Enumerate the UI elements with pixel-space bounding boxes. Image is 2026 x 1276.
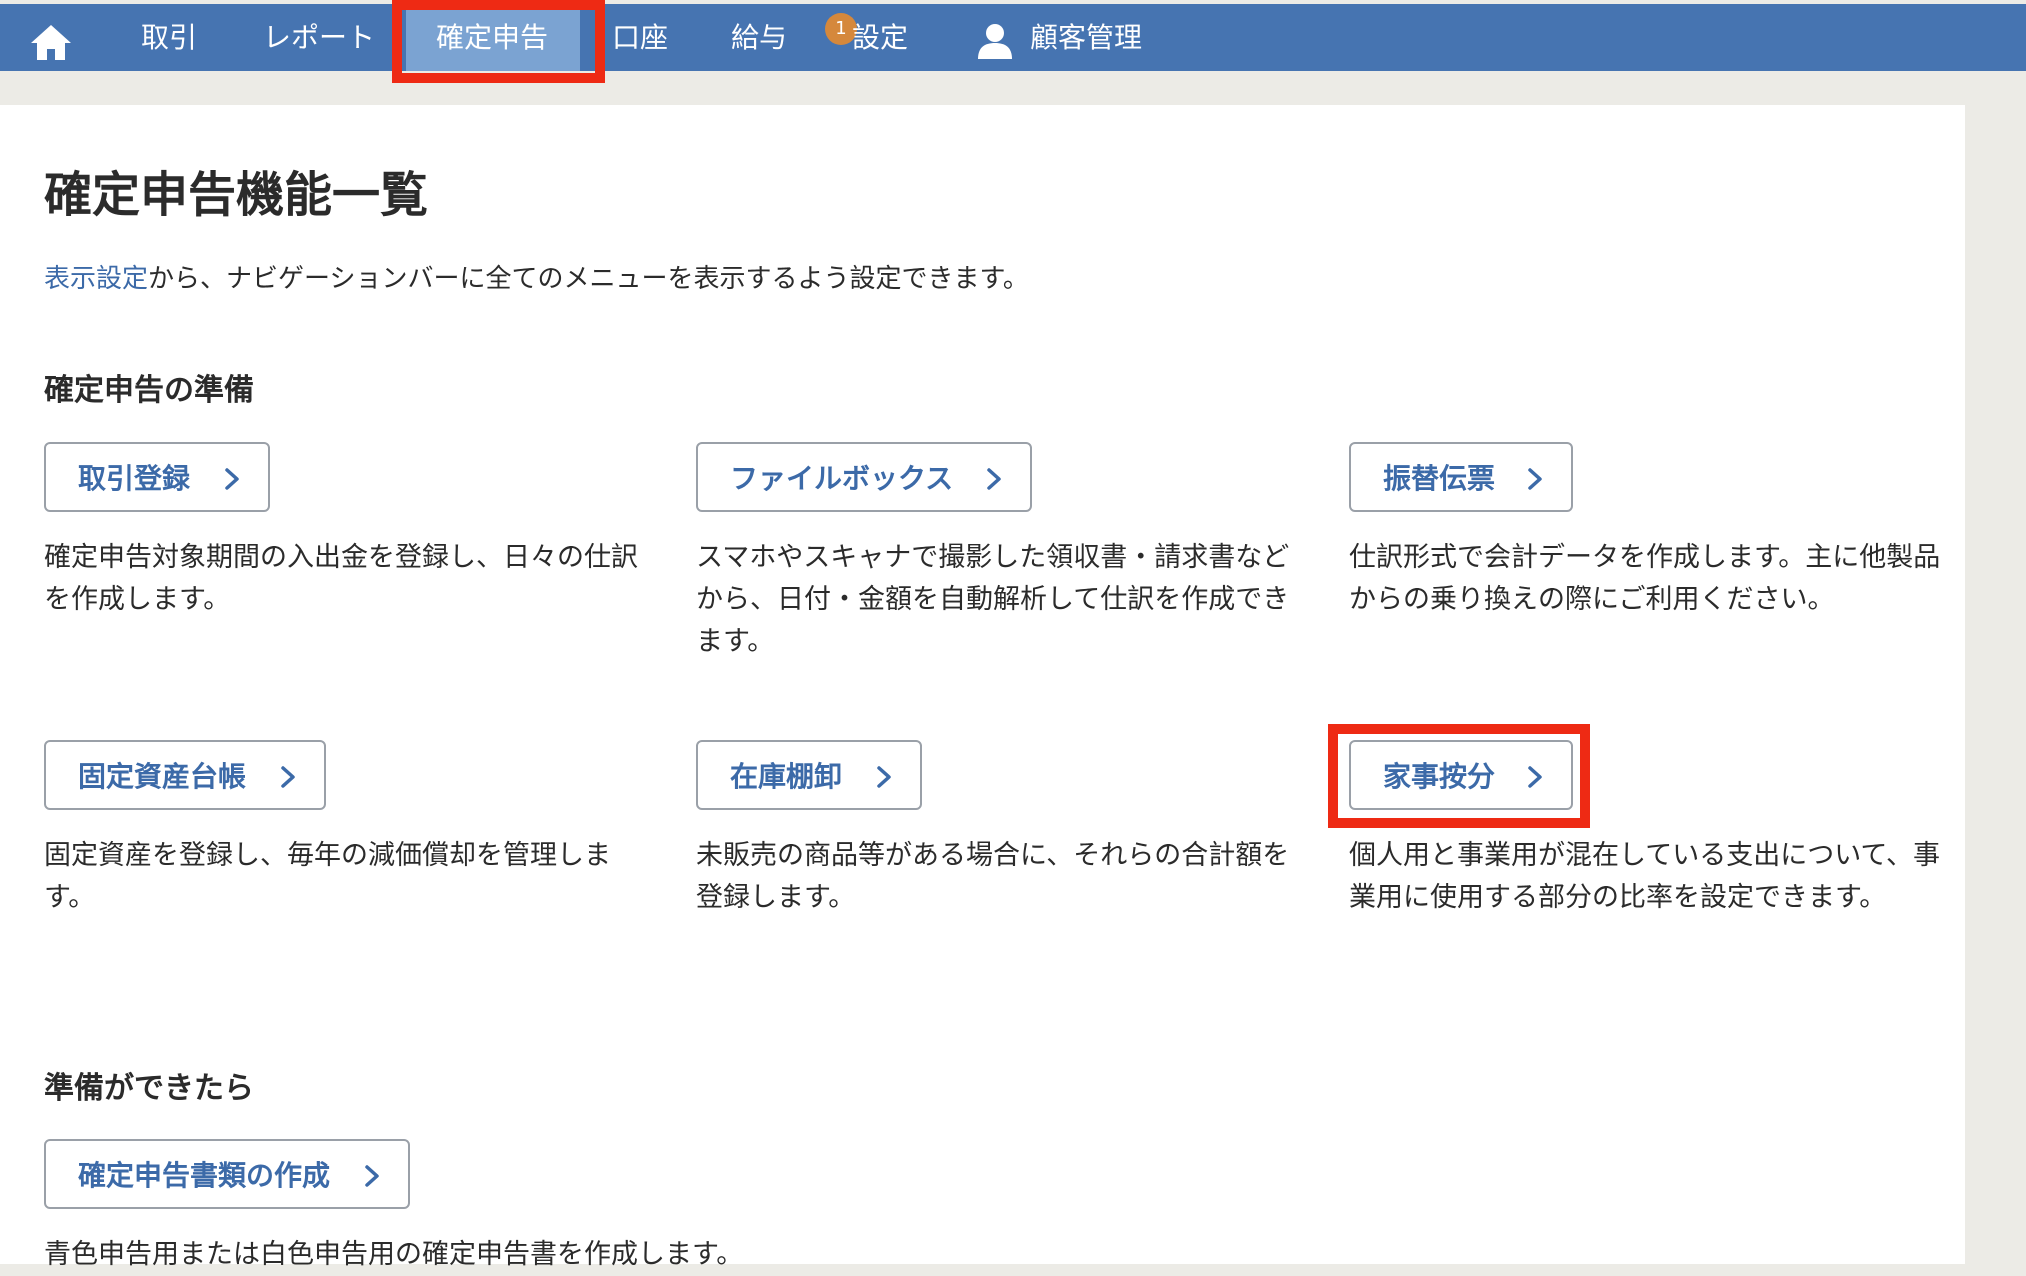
home-icon[interactable] (30, 23, 72, 61)
inventory-button[interactable]: 在庫棚卸 (696, 740, 922, 810)
hint-text: から、ナビゲーションバーに全てのメニューを表示するよう設定できます。 (148, 264, 1029, 294)
fixed-asset-ledger-label: 固定資産台帳 (78, 760, 247, 793)
nav-item-tax-return[interactable]: 確定申告 (436, 4, 548, 71)
nav-item-settings[interactable]: 設定 (852, 4, 908, 71)
nav-item-payroll[interactable]: 給与 (731, 4, 787, 71)
nav-item-accounts[interactable]: 口座 (612, 4, 668, 71)
display-settings-hint: 表示設定から、ナビゲーションバーに全てのメニューを表示するよう設定できます。 (44, 258, 1029, 295)
display-settings-link[interactable]: 表示設定 (44, 264, 148, 294)
chevron-right-icon (877, 766, 891, 788)
file-box-button[interactable]: ファイルボックス (696, 442, 1032, 512)
fixed-asset-ledger-button[interactable]: 固定資産台帳 (44, 740, 326, 810)
chevron-right-icon (281, 766, 295, 788)
nav-item-customers[interactable]: 顧客管理 (1030, 4, 1142, 71)
create-tax-return-description: 青色申告用または白色申告用の確定申告書を作成します。 (44, 1239, 744, 1270)
transfer-slip-label: 振替伝票 (1383, 462, 1496, 495)
chevron-right-icon (365, 1165, 379, 1187)
inventory-description: 未販売の商品等がある場合に、それらの合計額を登録します。 (696, 840, 1290, 913)
chevron-right-icon (1528, 766, 1542, 788)
section-title-preparation: 確定申告の準備 (44, 373, 254, 408)
section-title-when-ready: 準備ができたら (44, 1071, 254, 1106)
journal-entry-button[interactable]: 取引登録 (44, 442, 270, 512)
nav-item-reports[interactable]: レポート (263, 4, 375, 71)
transfer-slip-description: 仕訳形式で会計データを作成します。主に他製品からの乗り換えの際にご利用ください。 (1349, 542, 1941, 615)
inventory-label: 在庫棚卸 (730, 760, 843, 793)
chevron-right-icon (1528, 468, 1542, 490)
nav-item-transactions[interactable]: 取引 (141, 4, 197, 71)
transfer-slip-button[interactable]: 振替伝票 (1349, 442, 1573, 512)
page-title: 確定申告機能一覧 (44, 167, 429, 223)
create-tax-return-button[interactable]: 確定申告書類の作成 (44, 1139, 410, 1209)
user-icon (978, 24, 1012, 59)
create-tax-return-label: 確定申告書類の作成 (78, 1159, 331, 1192)
journal-entry-description: 確定申告対象期間の入出金を登録し、日々の仕訳を作成します。 (44, 542, 638, 615)
top-navbar: 取引 レポート 確定申告 口座 給与 1 設定 顧客管理 (0, 4, 2026, 71)
file-box-description: スマホやスキャナで撮影した領収書・請求書などから、日付・金額を自動解析して仕訳を… (696, 542, 1290, 657)
file-box-label: ファイルボックス (730, 462, 954, 495)
fixed-asset-ledger-description: 固定資産を登録し、毎年の減価償却を管理します。 (44, 840, 611, 913)
household-allocation-button[interactable]: 家事按分 (1349, 740, 1573, 810)
main-content: 確定申告機能一覧 表示設定から、ナビゲーションバーに全てのメニューを表示するよう… (0, 105, 1965, 1270)
chevron-right-icon (225, 468, 239, 490)
chevron-right-icon (987, 468, 1001, 490)
household-allocation-label: 家事按分 (1383, 760, 1496, 793)
journal-entry-label: 取引登録 (78, 462, 191, 495)
household-allocation-description: 個人用と事業用が混在している支出について、事業用に使用する部分の比率を設定できま… (1349, 840, 1941, 913)
